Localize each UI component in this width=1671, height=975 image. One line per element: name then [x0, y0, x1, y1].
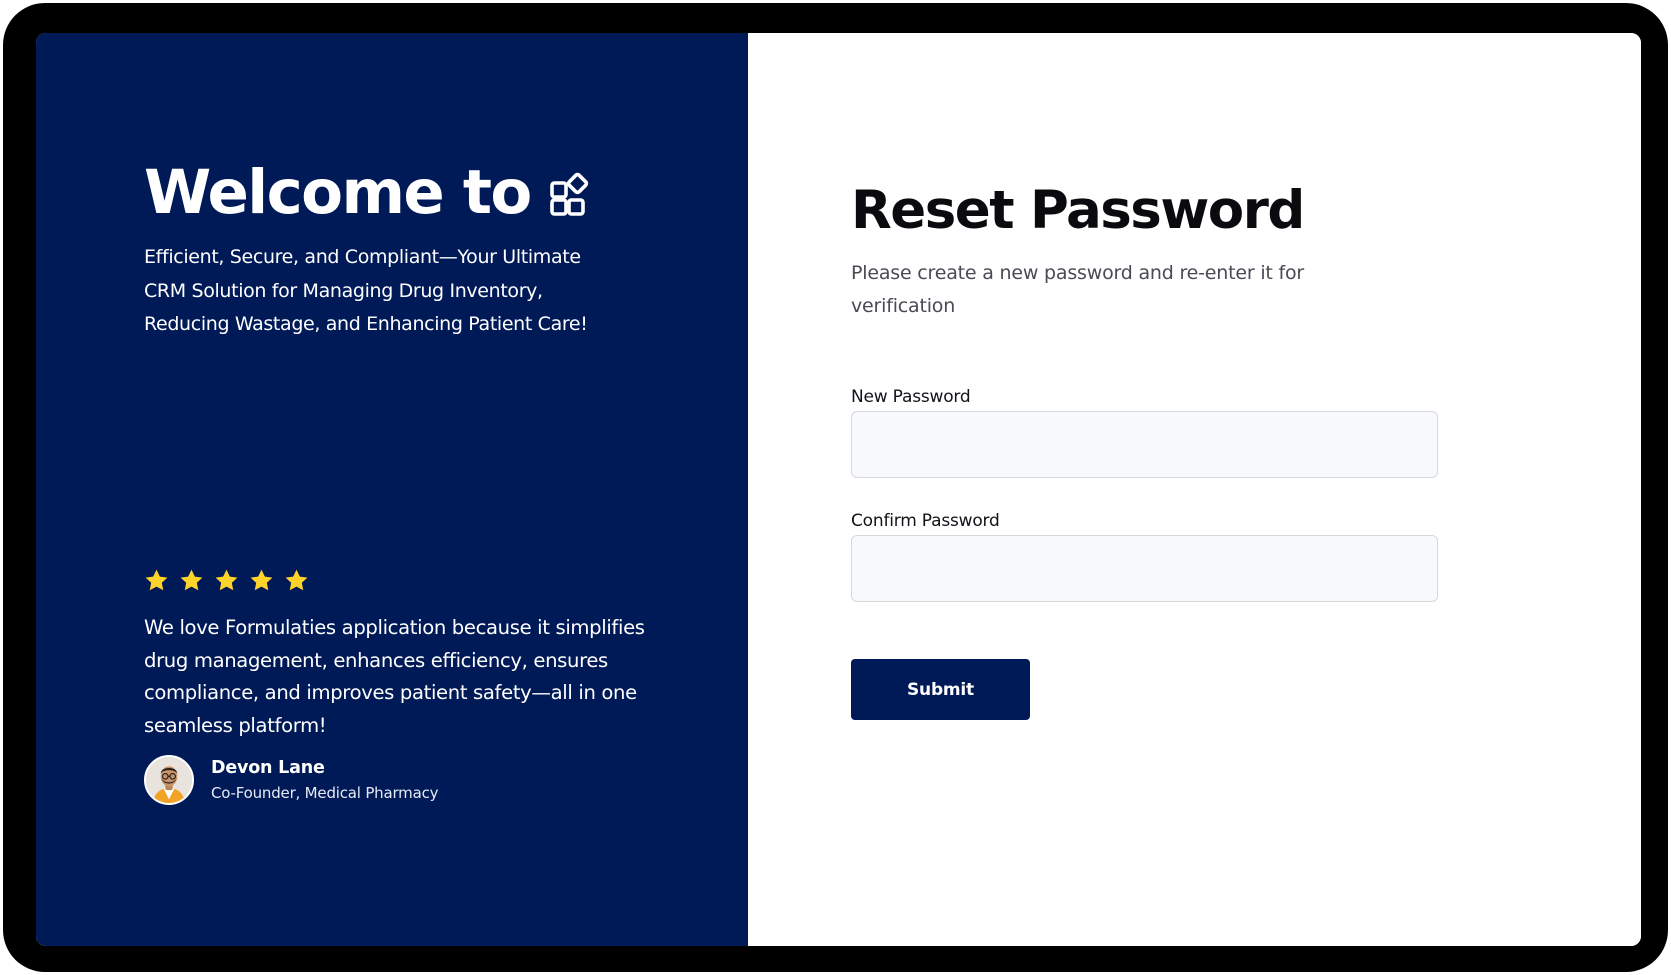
testimonial-quote: We love Formulaties application because … — [144, 616, 645, 737]
confirm-password-field[interactable] — [851, 535, 1438, 602]
author-text: Devon Lane Co-Founder, Medical Pharmacy — [211, 757, 438, 803]
reset-password-panel: Reset Password Please create a new passw… — [748, 33, 1641, 946]
submit-button[interactable]: Submit — [851, 659, 1030, 720]
star-icon — [215, 569, 238, 591]
avatar — [144, 755, 194, 805]
new-password-field[interactable] — [851, 411, 1438, 478]
device-frame: Welcome to Efficient, Secure, and Compli… — [3, 3, 1668, 972]
star-icon — [250, 569, 273, 591]
page-subtitle: Please create a new password and re-ente… — [851, 262, 1305, 317]
screen: Welcome to Efficient, Secure, and Compli… — [36, 33, 1641, 946]
welcome-heading-row: Welcome to — [144, 151, 599, 235]
star-icon — [180, 569, 203, 591]
page-title: Reset Password — [851, 180, 1305, 241]
star-icon — [145, 569, 168, 591]
tagline: Efficient, Secure, and Compliant—Your Ul… — [144, 246, 588, 335]
new-password-label: New Password — [851, 387, 971, 407]
welcome-title: Welcome to — [144, 157, 532, 228]
author-role: Co-Founder, Medical Pharmacy — [211, 784, 439, 802]
reset-header: Reset Password Please create a new passw… — [851, 175, 1451, 323]
grid-app-icon — [549, 172, 588, 216]
author-name: Devon Lane — [211, 758, 325, 778]
rating-stars — [144, 568, 309, 593]
star-icon — [285, 569, 308, 591]
confirm-password-label: Confirm Password — [851, 511, 1000, 531]
welcome-panel: Welcome to Efficient, Secure, and Compli… — [36, 33, 748, 946]
testimonial-author: Devon Lane Co-Founder, Medical Pharmacy — [144, 755, 438, 805]
